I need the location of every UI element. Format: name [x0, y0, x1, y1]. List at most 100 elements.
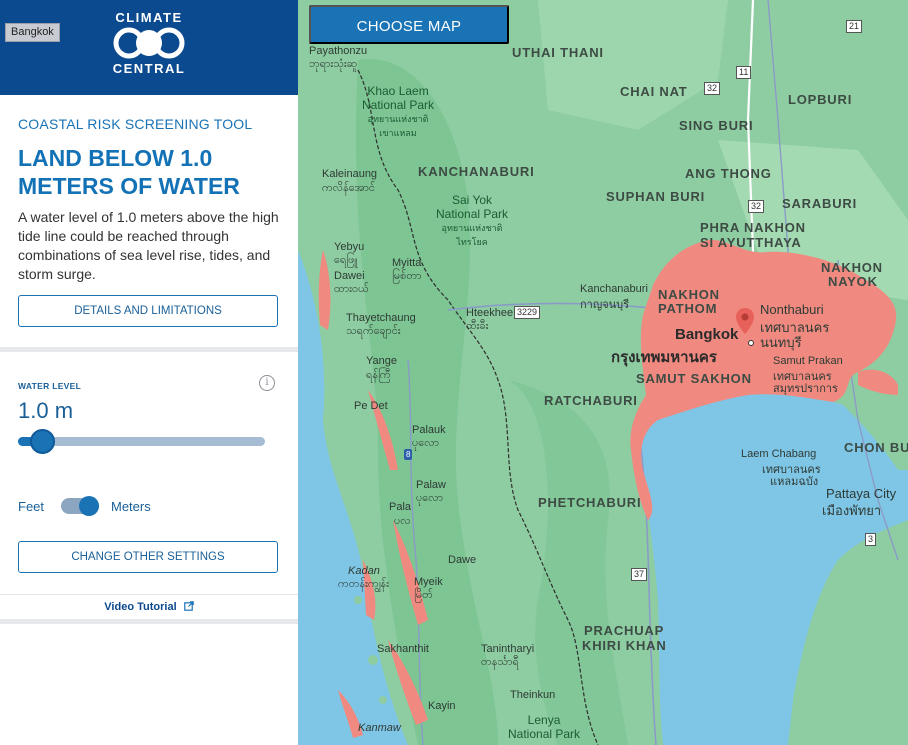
- province-label: NAYOK: [828, 274, 878, 289]
- town-label: ထီးခီး: [466, 320, 489, 332]
- road-shield: 3: [865, 533, 877, 546]
- town-label: ပလ: [394, 515, 411, 527]
- province-label: NAKHON: [821, 260, 883, 275]
- park-label: Sai Yok National Park อุทยานแห่งชาติ ไทร…: [436, 193, 508, 249]
- road-shield: 32: [704, 82, 721, 95]
- unit-feet-label[interactable]: Feet: [18, 499, 44, 514]
- description-text: A water level of 1.0 meters above the hi…: [18, 209, 279, 282]
- town-label: Pe Det: [354, 400, 388, 412]
- town-label: Palaw: [416, 479, 446, 491]
- climate-central-logo[interactable]: CLIMATE CENTRAL: [111, 11, 187, 79]
- province-label: UTHAI THANI: [512, 45, 604, 60]
- choose-map-button[interactable]: CHOOSE MAP: [309, 5, 509, 44]
- park-label: Khao Laem National Park อุทยานแห่งชาติ เ…: [362, 84, 434, 140]
- town-label: Pala: [389, 501, 412, 513]
- map-view[interactable]: CHOOSE MAP UTHAI THANI CHAI NAT LOPBURI …: [298, 0, 908, 745]
- town-label: สมุทรปราการ: [773, 383, 838, 395]
- page-title: LAND BELOW 1.0 METERS OF WATER: [18, 145, 240, 199]
- change-other-settings-button[interactable]: CHANGE OTHER SETTINGS: [18, 541, 278, 573]
- section-divider: [0, 594, 298, 595]
- park-label: Lenya National Park: [508, 713, 580, 741]
- video-tutorial-label: Video Tutorial: [104, 601, 177, 613]
- town-label: ကတန်းကျွန်း: [338, 578, 389, 590]
- logo-bottom-word: CENTRAL: [112, 61, 186, 76]
- road-shield: 32: [748, 200, 765, 213]
- town-label: Sakhanthit: [377, 643, 429, 655]
- search-location-tag[interactable]: Bangkok: [5, 23, 60, 42]
- brand-header: Bangkok CLIMATE CENTRAL: [0, 0, 298, 95]
- video-tutorial-link[interactable]: Video Tutorial: [0, 601, 298, 613]
- road-shield: 11: [736, 66, 752, 79]
- province-label: SING BURI: [679, 118, 754, 133]
- water-level-slider[interactable]: [18, 437, 265, 446]
- town-label: Kanmaw: [358, 722, 401, 734]
- bangkok-city-dot: [748, 340, 754, 346]
- town-label: Laem Chabang: [741, 448, 817, 460]
- town-label: Yange: [366, 355, 397, 367]
- town-label: กาญจนบุรี: [580, 299, 630, 311]
- unit-meters-label[interactable]: Meters: [111, 499, 151, 514]
- town-label: ထားဝယ်: [334, 283, 369, 295]
- road-shield: 37: [631, 568, 648, 581]
- town-label: Kanchanaburi: [580, 283, 648, 295]
- province-label: KHIRI KHAN: [582, 638, 667, 653]
- unit-toggle-knob[interactable]: [79, 496, 99, 516]
- town-label: မြစ်တာ: [392, 270, 422, 282]
- province-label: SARABURI: [782, 196, 858, 211]
- town-label: ရေဖြူ: [334, 254, 358, 266]
- town-label: Kayin: [428, 700, 456, 712]
- town-label: Hteekhee: [466, 307, 514, 319]
- town-label: แหลมฉบัง: [770, 476, 819, 488]
- park-name-thai: เขาแหลม: [379, 128, 417, 138]
- town-label: တနင်္သာရီ: [481, 656, 519, 668]
- info-icon[interactable]: i: [259, 375, 275, 391]
- town-label: ဘုရားသုံးဆူ: [309, 58, 358, 70]
- water-level-slider-handle[interactable]: [30, 429, 56, 454]
- province-label: SUPHAN BURI: [606, 189, 706, 204]
- park-name-thai: อุทยานแห่งชาติ: [441, 223, 503, 233]
- road-shield: 8: [404, 449, 413, 460]
- park-name: National Park: [508, 727, 581, 741]
- park-name-thai: ไทรโยค: [456, 237, 488, 247]
- logo-top-word: CLIMATE: [115, 10, 183, 25]
- province-label: SAMUT SAKHON: [636, 371, 752, 386]
- province-label: PATHOM: [658, 301, 718, 316]
- town-label: Yebyu: [334, 241, 365, 253]
- town-label: ရန်ကြီ: [366, 369, 391, 381]
- park-name: National Park: [436, 207, 509, 221]
- town-label: Palauk: [412, 424, 446, 436]
- town-label: Nonthaburi: [760, 302, 824, 317]
- town-label: Thayetchaung: [346, 312, 416, 324]
- park-name: Sai Yok: [452, 193, 493, 207]
- sidebar-panel: Bangkok CLIMATE CENTRAL COASTAL RISK SCR…: [0, 0, 298, 745]
- section-divider: [0, 347, 298, 352]
- town-label: Dawei: [334, 270, 365, 282]
- province-label: KANCHANABURI: [418, 164, 535, 179]
- town-label: ကလိန်အောင်: [322, 182, 376, 194]
- town-label: เมืองพัทยา: [822, 503, 882, 518]
- town-label: Tanintharyi: [481, 643, 535, 655]
- province-label: CHAI NAT: [620, 84, 688, 99]
- road-shield: 3229: [514, 306, 541, 319]
- road-shield: 21: [846, 20, 863, 33]
- town-label: นนทบุรี: [760, 335, 802, 350]
- town-label: ပုလော: [412, 437, 440, 449]
- town-label: Payathonzu: [309, 45, 368, 57]
- province-label: LOPBURI: [788, 92, 853, 107]
- city-label-thai: กรุงเทพมหานคร: [611, 349, 717, 366]
- external-link-icon: [183, 601, 194, 611]
- logo-rings-icon: [113, 27, 185, 59]
- park-name-thai: อุทยานแห่งชาติ: [367, 114, 429, 124]
- province-label: ANG THONG: [685, 166, 772, 181]
- town-label: Kaleinaung: [322, 168, 378, 180]
- province-label: NAKHON: [658, 287, 720, 302]
- town-label: Kadan: [348, 565, 380, 577]
- town-label: Myeik: [414, 576, 443, 588]
- town-label: Pattaya City: [826, 486, 897, 501]
- town-label: မြိတ်: [414, 589, 433, 601]
- details-and-limitations-button[interactable]: DETAILS AND LIMITATIONS: [18, 295, 278, 327]
- province-label: PHRA NAKHON: [700, 220, 806, 235]
- town-label: Theinkun: [510, 689, 556, 701]
- town-label: Samut Prakan: [773, 355, 843, 367]
- park-name: Khao Laem: [367, 84, 429, 98]
